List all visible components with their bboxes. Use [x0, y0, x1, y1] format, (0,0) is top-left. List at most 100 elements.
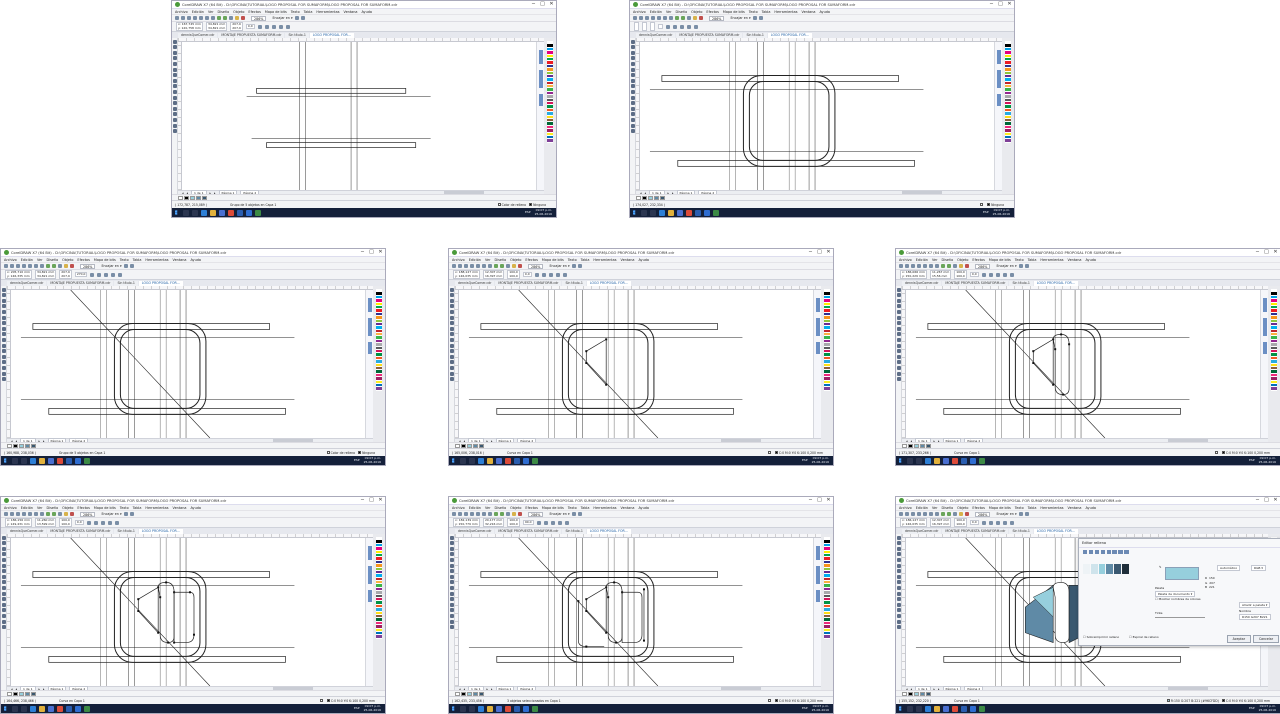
- pick-tool-icon[interactable]: [897, 287, 901, 292]
- scale-field[interactable]: 100,0 100,0: [954, 518, 967, 527]
- options-icon[interactable]: [1024, 264, 1029, 268]
- edge-icon[interactable]: [478, 705, 484, 712]
- wrap-text-icon[interactable]: [278, 24, 283, 29]
- rotation-angle-field[interactable]: 0,0: [74, 519, 84, 526]
- copy-icon[interactable]: [34, 512, 38, 516]
- copy-icon[interactable]: [929, 512, 933, 516]
- docker-tab[interactable]: [368, 298, 372, 312]
- copy-icon[interactable]: [482, 264, 486, 268]
- outline-indicator[interactable]: C:0 M:0 Y:0 K:100 0,200 mm: [326, 699, 375, 703]
- new-icon[interactable]: [4, 512, 8, 516]
- save-icon[interactable]: [645, 16, 649, 20]
- gear-icon[interactable]: [123, 512, 128, 516]
- menu-item[interactable]: Edición: [21, 258, 33, 262]
- transparency-tool-icon[interactable]: [450, 360, 454, 365]
- color-swatch[interactable]: [1114, 564, 1122, 574]
- redo-icon[interactable]: [947, 264, 951, 268]
- zoom-tool-icon[interactable]: [173, 56, 177, 61]
- snap-to-dropdown[interactable]: Encajar en ▾: [549, 264, 569, 268]
- text-tool-icon[interactable]: [450, 337, 454, 342]
- docker-tabs[interactable]: [813, 290, 821, 438]
- zoom-level-select[interactable]: 286%: [528, 511, 544, 517]
- document-color-swatch[interactable]: [914, 443, 919, 448]
- parallel-dimension-icon[interactable]: [173, 95, 177, 100]
- open-icon[interactable]: [458, 512, 462, 516]
- open-icon[interactable]: [639, 16, 643, 20]
- winding-fill-checkbox[interactable]: ☐ Espiral de relleno: [1129, 635, 1159, 639]
- blend-tool-icon[interactable]: [2, 602, 6, 607]
- docker-tabs[interactable]: [994, 42, 1002, 190]
- pick-tool-icon[interactable]: [2, 535, 6, 540]
- menu-item[interactable]: Edición: [192, 10, 204, 14]
- mirror-vertical-icon[interactable]: [97, 272, 102, 277]
- document-color-swatch[interactable]: [455, 443, 460, 448]
- menu-item[interactable]: Herramientas: [593, 506, 616, 510]
- photoshop-icon[interactable]: [961, 457, 967, 464]
- save-icon[interactable]: [16, 512, 20, 516]
- export-icon[interactable]: [518, 264, 522, 268]
- document-color-swatch[interactable]: [13, 443, 18, 448]
- polygon-tool-icon[interactable]: [450, 332, 454, 337]
- text-tool-icon[interactable]: [897, 337, 901, 342]
- document-color-swatch[interactable]: [654, 195, 659, 200]
- store-icon[interactable]: [219, 209, 225, 216]
- menu-item[interactable]: Edición: [469, 506, 481, 510]
- align-icon[interactable]: [995, 272, 1000, 277]
- rectangle-tool-icon[interactable]: [450, 321, 454, 326]
- fill-indicator[interactable]: [980, 203, 984, 207]
- search-icon[interactable]: [460, 457, 466, 464]
- docker-tab[interactable]: [1263, 342, 1267, 354]
- save-icon[interactable]: [911, 264, 915, 268]
- menu-item[interactable]: Archivo: [175, 10, 188, 14]
- menu-item[interactable]: Texto: [1015, 258, 1024, 262]
- connector-tool-icon[interactable]: [897, 597, 901, 602]
- zoom-level-select[interactable]: 286%: [80, 511, 96, 517]
- edge-icon[interactable]: [201, 209, 207, 216]
- mirror-horizontal-icon[interactable]: [257, 24, 262, 29]
- tint-slider[interactable]: [1155, 617, 1205, 618]
- gear-icon[interactable]: [1018, 264, 1023, 268]
- snap-to-dropdown[interactable]: Encajar en ▾: [272, 16, 292, 20]
- add-to-palette-button[interactable]: Añadir a paleta ▾: [1239, 602, 1271, 608]
- windows-start-icon[interactable]: [452, 706, 455, 711]
- freehand-tool-icon[interactable]: [450, 309, 454, 314]
- document-color-swatch[interactable]: [902, 691, 907, 696]
- store-icon[interactable]: [48, 457, 54, 464]
- photoshop-icon[interactable]: [66, 457, 72, 464]
- task-view-icon[interactable]: [650, 209, 656, 216]
- clock[interactable]: 09:07 p.m. 25-06-2016: [1259, 456, 1276, 464]
- menu-item[interactable]: Ayuda: [1085, 258, 1095, 262]
- document-color-swatch[interactable]: [908, 443, 913, 448]
- freehand-tool-icon[interactable]: [450, 557, 454, 562]
- undo-icon[interactable]: [494, 264, 498, 268]
- photoshop-icon[interactable]: [66, 705, 72, 712]
- mirror-horizontal-icon[interactable]: [534, 272, 539, 277]
- save-icon[interactable]: [911, 512, 915, 516]
- photoshop-icon[interactable]: [961, 705, 967, 712]
- interactive-fill-icon[interactable]: [450, 619, 454, 624]
- import-icon[interactable]: [512, 512, 516, 516]
- color-swatch[interactable]: [547, 139, 553, 143]
- menu-item[interactable]: Mapa de bits: [989, 506, 1011, 510]
- docker-tabs[interactable]: [536, 42, 544, 190]
- explorer-icon[interactable]: [934, 705, 940, 712]
- crop-tool-icon[interactable]: [173, 50, 177, 55]
- maximize-icon[interactable]: □: [1262, 249, 1271, 256]
- export-icon[interactable]: [70, 264, 74, 268]
- color-swatch[interactable]: [824, 635, 830, 639]
- drawing-canvas[interactable]: [459, 290, 821, 438]
- export-icon[interactable]: [70, 512, 74, 516]
- zoom-tool-icon[interactable]: [450, 552, 454, 557]
- size-fields[interactable]: 12,307 mm 16,397 mm: [929, 518, 952, 527]
- outline-width-icon[interactable]: [564, 520, 569, 525]
- menu-item[interactable]: Texto: [291, 10, 300, 14]
- docker-tab[interactable]: [816, 546, 820, 560]
- color-swatch[interactable]: [1271, 387, 1277, 391]
- options-icon[interactable]: [129, 264, 134, 268]
- blend-tool-icon[interactable]: [173, 106, 177, 111]
- freehand-tool-icon[interactable]: [631, 61, 635, 66]
- language-indicator[interactable]: ESP: [1249, 458, 1255, 463]
- undo-icon[interactable]: [941, 264, 945, 268]
- wrap-text-icon[interactable]: [557, 520, 562, 525]
- size-fields[interactable]: [641, 22, 647, 31]
